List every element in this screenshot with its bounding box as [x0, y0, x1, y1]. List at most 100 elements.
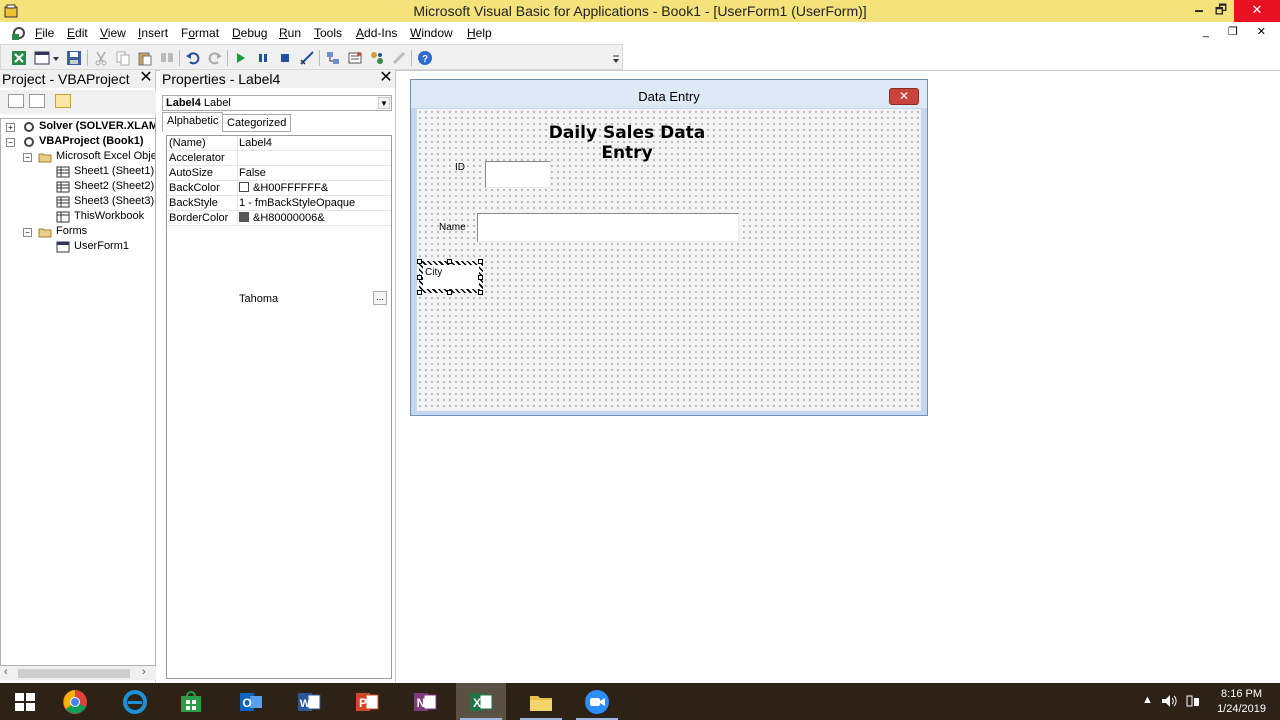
resize-handle[interactable] — [447, 290, 452, 295]
label-name[interactable]: Name — [439, 222, 466, 233]
userform-close-icon[interactable]: ✕ — [889, 88, 919, 105]
font-value[interactable]: Tahoma — [239, 293, 278, 305]
tree-item-userform1[interactable]: UserForm1 — [74, 239, 129, 254]
reset-icon[interactable] — [277, 50, 293, 66]
network-icon[interactable] — [1185, 693, 1201, 709]
tray-show-hidden-icon[interactable]: ▲ — [1142, 694, 1153, 720]
id-textbox[interactable] — [485, 161, 551, 188]
view-object-icon[interactable] — [29, 94, 45, 108]
resize-handle[interactable] — [417, 259, 422, 264]
excel-view-icon[interactable] — [10, 25, 28, 41]
menu-tools[interactable]: Tools — [314, 26, 342, 40]
project-explorer-icon[interactable] — [325, 50, 341, 66]
taskbar-zoom[interactable] — [572, 683, 622, 720]
redo-icon[interactable] — [207, 50, 223, 66]
cut-icon[interactable] — [93, 50, 109, 66]
property-font-row[interactable]: Tahoma ... — [239, 291, 391, 307]
property-row[interactable]: BackColor &H00FFFFFF& — [167, 181, 391, 196]
taskbar-onenote[interactable]: N — [400, 683, 450, 720]
taskbar-word[interactable]: W — [284, 683, 334, 720]
tree-item-solver[interactable]: Solver (SOLVER.XLAM) — [39, 119, 155, 134]
save-icon[interactable] — [66, 50, 82, 66]
insert-userform-icon[interactable] — [34, 50, 50, 66]
toolbar-options-icon[interactable] — [612, 51, 620, 65]
expand-toggle-icon[interactable]: + — [6, 123, 15, 132]
resize-handle[interactable] — [447, 259, 452, 264]
taskbar-chrome[interactable] — [50, 683, 100, 720]
resize-handle[interactable] — [417, 290, 422, 295]
menu-help[interactable]: Help — [467, 26, 492, 40]
start-button[interactable] — [0, 683, 50, 720]
toggle-folders-icon[interactable] — [55, 94, 71, 108]
property-row[interactable]: BorderColor &H80000006& — [167, 211, 391, 226]
object-browser-icon[interactable] — [369, 50, 385, 66]
label-city[interactable]: City — [423, 265, 479, 289]
menu-edit[interactable]: Edit — [67, 26, 88, 40]
volume-icon[interactable] — [1160, 693, 1178, 709]
object-selector[interactable]: Label4 Label ▼ — [162, 95, 392, 111]
paste-icon[interactable] — [137, 50, 153, 66]
property-row[interactable]: (Name) Label4 — [167, 136, 391, 151]
taskbar-powerpoint[interactable]: P — [342, 683, 392, 720]
scroll-right-icon[interactable]: › — [142, 666, 146, 678]
menu-window[interactable]: Window — [410, 26, 453, 40]
project-panel-close-icon[interactable]: ✕ — [139, 70, 153, 86]
selected-label-city[interactable]: City — [419, 261, 483, 293]
userform-canvas[interactable]: Daily Sales Data Entry ID Name City — [417, 109, 921, 411]
tree-item-sheet2[interactable]: Sheet2 (Sheet2) — [74, 179, 154, 194]
tree-item-forms[interactable]: Forms — [56, 224, 87, 239]
tree-item-vbaproject[interactable]: VBAProject (Book1) — [39, 134, 144, 149]
font-ellipsis-button[interactable]: ... — [373, 291, 387, 305]
property-row[interactable]: AutoSize False — [167, 166, 391, 181]
break-icon[interactable] — [255, 50, 271, 66]
tab-categorized[interactable]: Categorized — [222, 114, 292, 132]
scroll-left-icon[interactable]: ‹ — [4, 666, 8, 678]
label-id[interactable]: ID — [455, 162, 465, 173]
tree-item-sheet3[interactable]: Sheet3 (Sheet3) — [74, 194, 154, 209]
properties-window-icon[interactable] — [347, 50, 363, 66]
help-icon[interactable]: ? — [417, 50, 433, 66]
taskbar-file-explorer[interactable] — [516, 683, 566, 720]
scroll-thumb[interactable] — [18, 669, 130, 678]
resize-handle[interactable] — [478, 259, 483, 264]
userform-title[interactable]: Data Entry — [411, 80, 927, 108]
design-mode-icon[interactable] — [299, 50, 315, 66]
tree-item-thisworkbook[interactable]: ThisWorkbook — [74, 209, 144, 224]
chevron-down-icon[interactable]: ▼ — [378, 97, 390, 109]
property-row[interactable]: Accelerator — [167, 151, 391, 166]
run-icon[interactable] — [233, 50, 249, 66]
restore-button[interactable]: 🗗 — [1206, 0, 1236, 22]
mdi-window-controls[interactable]: _ ❐ ✕ — [1203, 25, 1274, 38]
resize-handle[interactable] — [478, 290, 483, 295]
undo-icon[interactable] — [185, 50, 201, 66]
tab-alphabetic[interactable]: Alphabetic — [162, 112, 224, 132]
menu-run[interactable]: Run — [279, 26, 301, 40]
resize-handle[interactable] — [417, 275, 422, 280]
copy-icon[interactable] — [115, 50, 131, 66]
menu-addins[interactable]: Add-Ins — [356, 26, 397, 40]
menu-insert[interactable]: Insert — [138, 26, 168, 40]
collapse-toggle-icon[interactable]: − — [23, 228, 32, 237]
toolbox-icon[interactable] — [391, 50, 407, 66]
close-button[interactable]: ✕ — [1234, 0, 1280, 22]
find-icon[interactable] — [159, 50, 175, 66]
taskbar-clock[interactable]: 8:16 PM 1/24/2019 — [1217, 687, 1266, 717]
taskbar-outlook[interactable]: O — [226, 683, 276, 720]
properties-panel-close-icon[interactable]: ✕ — [379, 70, 393, 86]
tree-item-sheet1[interactable]: Sheet1 (Sheet1) — [74, 164, 154, 179]
taskbar-excel[interactable]: X — [456, 683, 506, 720]
menu-debug[interactable]: Debug — [232, 26, 267, 40]
name-textbox[interactable] — [477, 213, 739, 242]
view-excel-icon[interactable] — [11, 50, 27, 66]
taskbar-ie[interactable] — [110, 683, 160, 720]
view-code-icon[interactable] — [8, 94, 24, 108]
form-heading-label[interactable]: Daily Sales Data Entry — [527, 123, 727, 163]
menu-file[interactable]: File — [35, 26, 54, 40]
project-horizontal-scrollbar[interactable]: ‹ › — [0, 666, 156, 680]
menu-format[interactable]: Format — [181, 26, 219, 40]
collapse-toggle-icon[interactable]: − — [23, 153, 32, 162]
dropdown-arrow-icon[interactable] — [51, 50, 61, 66]
collapse-toggle-icon[interactable]: − — [6, 138, 15, 147]
resize-handle[interactable] — [478, 275, 483, 280]
menu-view[interactable]: View — [100, 26, 126, 40]
